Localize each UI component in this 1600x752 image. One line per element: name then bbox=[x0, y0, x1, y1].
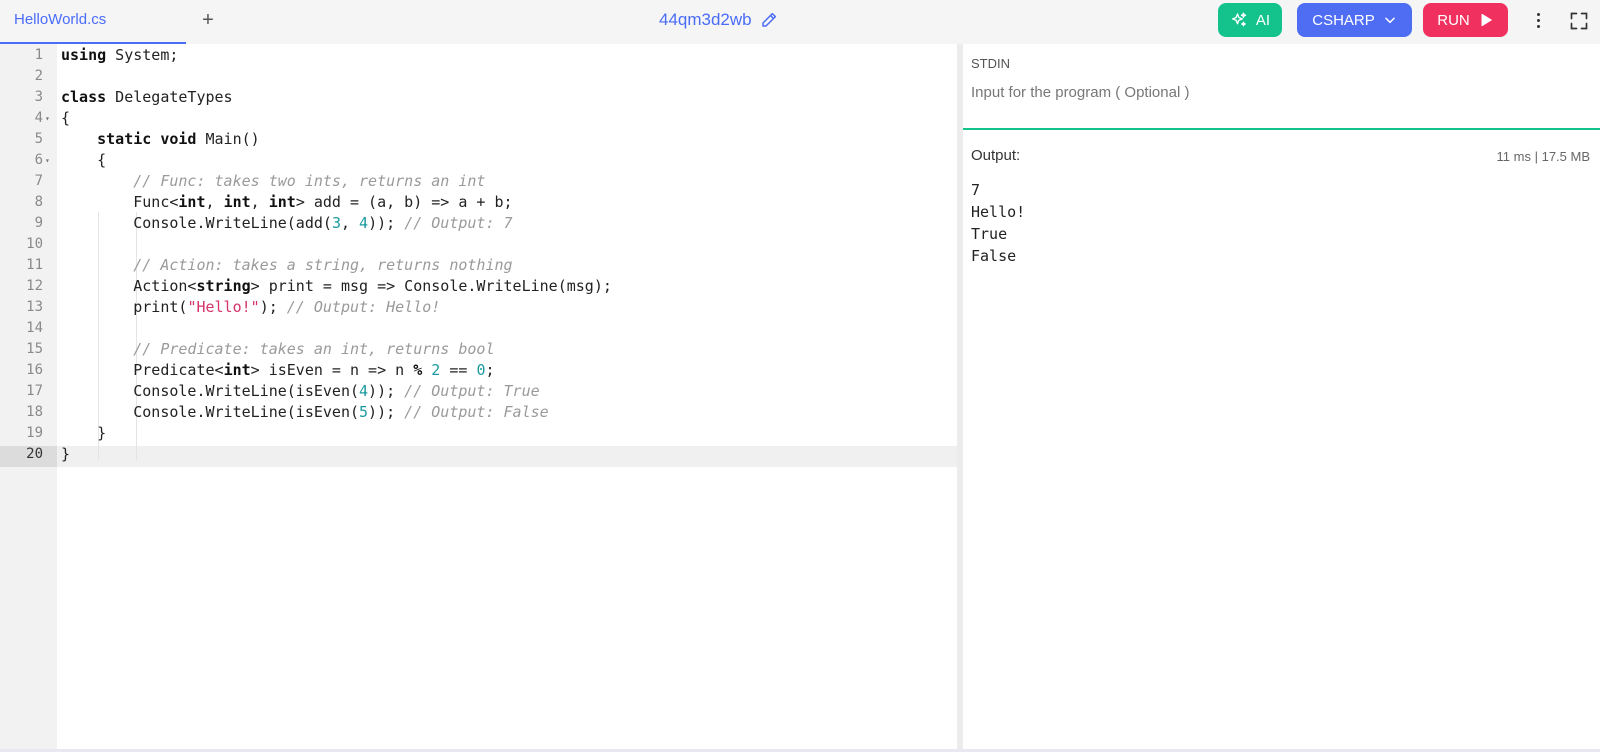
project-name[interactable]: 44qm3d2wb bbox=[659, 10, 778, 30]
output-line: 7 bbox=[971, 181, 981, 199]
line-number: 15 bbox=[26, 341, 43, 357]
line-number: 17 bbox=[26, 383, 43, 399]
code-line[interactable]: 20} bbox=[0, 444, 957, 465]
line-number: 2 bbox=[34, 68, 43, 84]
code-text: } bbox=[61, 424, 107, 442]
run-button[interactable]: RUN bbox=[1423, 3, 1508, 37]
code-text: Console.WriteLine(isEven(4)); // Output:… bbox=[61, 382, 540, 400]
line-number: 1 bbox=[34, 47, 43, 63]
code-text: { bbox=[61, 151, 107, 169]
line-number: 11 bbox=[26, 257, 43, 273]
code-text: static void Main() bbox=[97, 130, 260, 148]
fullscreen-icon[interactable] bbox=[1569, 11, 1589, 31]
line-number: 4 bbox=[34, 110, 43, 126]
code-line[interactable]: 1 using System; bbox=[0, 45, 957, 66]
code-text: using System; bbox=[61, 46, 179, 64]
add-tab-button[interactable]: + bbox=[197, 9, 219, 31]
file-tab-helloworld[interactable]: HelloWorld.cs bbox=[0, 0, 186, 44]
code-line[interactable]: 10 bbox=[0, 234, 957, 255]
code-text: Predicate<int> isEven = n => n % 2 == 0; bbox=[61, 361, 495, 379]
code-line[interactable]: 3 class DelegateTypes bbox=[0, 87, 957, 108]
code-line[interactable]: 7 // Func: takes two ints, returns an in… bbox=[0, 171, 957, 192]
line-number: 19 bbox=[26, 425, 43, 441]
line-number: 6 bbox=[34, 152, 43, 168]
play-icon bbox=[1481, 13, 1492, 27]
code-text: print("Hello!"); // Output: Hello! bbox=[61, 298, 441, 316]
line-number: 9 bbox=[34, 215, 43, 231]
ai-button-label: AI bbox=[1255, 11, 1271, 29]
code-editor[interactable]: 1 using System; 2 3 class DelegateTypes 4 ▾{5 … bbox=[0, 44, 957, 750]
code-text: // Action: takes a string, returns nothi… bbox=[133, 256, 513, 274]
code-line[interactable]: 18 Console.WriteLine(isEven(5)); // Outp… bbox=[0, 402, 957, 423]
code-line[interactable]: 12 Action<string> print = msg => Console… bbox=[0, 276, 957, 297]
code-line[interactable]: 15 // Predicate: takes an int, returns b… bbox=[0, 339, 957, 360]
code-text: { bbox=[61, 109, 71, 127]
sparkles-icon bbox=[1231, 12, 1247, 27]
code-line[interactable]: 14 bbox=[0, 318, 957, 339]
line-number: 13 bbox=[26, 299, 43, 315]
file-tab-label: HelloWorld.cs bbox=[14, 11, 107, 28]
code-text: Func<int, int, int> add = (a, b) => a + … bbox=[61, 193, 513, 211]
line-number: 20 bbox=[26, 446, 43, 462]
line-number: 10 bbox=[26, 236, 43, 252]
output-stats: 11 ms | 17.5 MB bbox=[1496, 149, 1590, 164]
code-line[interactable]: 9 Console.WriteLine(add(3, 4)); // Outpu… bbox=[0, 213, 957, 234]
line-number: 3 bbox=[34, 89, 43, 105]
stdin-input[interactable] bbox=[971, 80, 1571, 104]
output-line: True bbox=[971, 225, 1008, 243]
project-name-label: 44qm3d2wb bbox=[659, 10, 752, 29]
code-text: // Func: takes two ints, returns an int bbox=[133, 172, 486, 190]
line-number: 8 bbox=[34, 194, 43, 210]
line-number: 16 bbox=[26, 362, 43, 378]
stdin-label: STDIN bbox=[971, 56, 1010, 71]
line-number: 18 bbox=[26, 404, 43, 420]
code-text: class DelegateTypes bbox=[61, 88, 233, 106]
ai-button[interactable]: AI bbox=[1218, 3, 1282, 37]
code-line[interactable]: 13 print("Hello!"); // Output: Hello! bbox=[0, 297, 957, 318]
code-text: Console.WriteLine(add(3, 4)); // Output:… bbox=[61, 214, 513, 232]
top-bar: HelloWorld.cs + 44qm3d2wb AI CSHARP RUN bbox=[0, 0, 1600, 44]
output-panel: Output: 11 ms | 17.5 MB 7 Hello! True False bbox=[963, 131, 1600, 750]
output-label: Output: bbox=[971, 147, 1021, 164]
run-button-label: RUN bbox=[1437, 11, 1470, 29]
pencil-icon[interactable] bbox=[760, 11, 778, 29]
code-line[interactable]: 8 Func<int, int, int> add = (a, b) => a … bbox=[0, 192, 957, 213]
fold-toggle-icon[interactable]: ▾ bbox=[45, 108, 50, 129]
line-number: 12 bbox=[26, 278, 43, 294]
chevron-down-icon bbox=[1384, 17, 1395, 24]
output-body: 7 Hello! True False bbox=[971, 179, 1025, 267]
language-select-button[interactable]: CSHARP bbox=[1297, 3, 1412, 37]
code-text: // Predicate: takes an int, returns bool bbox=[133, 340, 495, 358]
line-number: 14 bbox=[26, 320, 43, 336]
code-line[interactable]: 11 // Action: takes a string, returns no… bbox=[0, 255, 957, 276]
code-line[interactable]: 4 ▾ { bbox=[0, 108, 957, 129]
output-line: Hello! bbox=[971, 203, 1026, 221]
fold-toggle-icon[interactable]: ▾ bbox=[45, 150, 50, 171]
stdin-panel: STDIN bbox=[963, 44, 1600, 130]
code-line[interactable]: 16 Predicate<int> isEven = n => n % 2 ==… bbox=[0, 360, 957, 381]
code-text: } bbox=[61, 445, 71, 463]
code-line[interactable]: 5 static void Main() bbox=[0, 129, 957, 150]
line-number: 7 bbox=[34, 173, 43, 189]
code-line[interactable]: 19 } bbox=[0, 423, 957, 444]
kebab-menu-icon[interactable] bbox=[1530, 8, 1546, 32]
code-line[interactable]: 17 Console.WriteLine(isEven(4)); // Outp… bbox=[0, 381, 957, 402]
code-text: Action<string> print = msg => Console.Wr… bbox=[61, 277, 612, 295]
language-label: CSHARP bbox=[1312, 11, 1375, 29]
code-text: Console.WriteLine(isEven(5)); // Output:… bbox=[61, 403, 549, 421]
code-line[interactable]: 2 bbox=[0, 66, 957, 87]
line-number: 5 bbox=[34, 131, 43, 147]
output-line: False bbox=[971, 247, 1017, 265]
code-line[interactable]: 6 ▾ { bbox=[0, 150, 957, 171]
